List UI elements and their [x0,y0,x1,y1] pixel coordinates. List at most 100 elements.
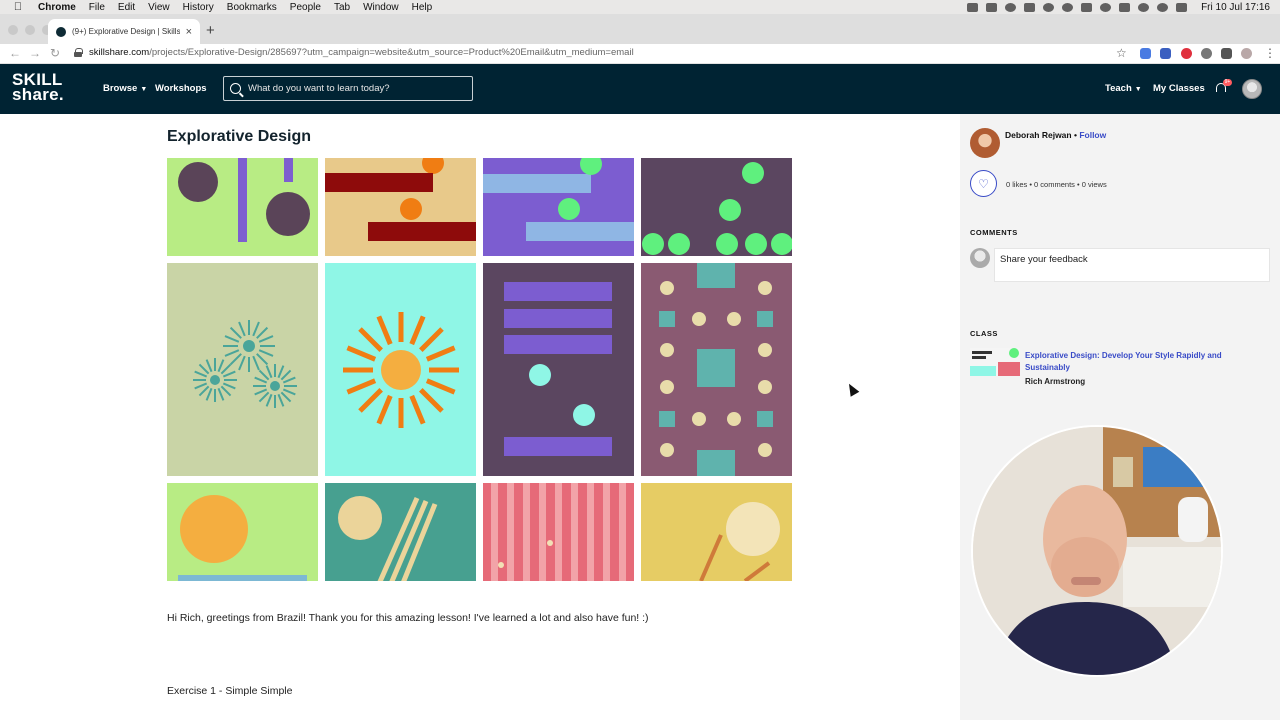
spotlight-icon[interactable] [1062,2,1074,12]
class-thumbnail[interactable] [970,348,1020,376]
reload-icon[interactable]: ↻ [50,46,60,60]
browser-tab-active[interactable]: (9+) Explorative Design | Skillshare × [48,19,200,44]
creative-cloud-icon[interactable] [1005,2,1017,12]
lock-icon[interactable] [74,48,83,57]
menu-view[interactable]: View [148,2,170,13]
forward-icon[interactable]: → [29,46,41,60]
comments-heading: COMMENTS [970,228,1018,237]
address-bar-row: ← → ↻ skillshare.com/projects/Explorativ… [0,44,1280,64]
artwork-tile-8[interactable] [641,263,792,476]
battery-icon[interactable] [1119,2,1131,12]
teach-label: Teach [1105,83,1132,94]
artwork-tile-10[interactable] [325,483,476,581]
project-main: Explorative Design Hi Rich, greetings fr… [0,114,960,720]
user-avatar[interactable] [1242,79,1262,99]
url-field[interactable]: skillshare.com/projects/Explorative-Desi… [89,47,634,58]
author-name[interactable]: Deborah Rejwan [1005,130,1072,140]
back-icon[interactable]: ← [9,46,21,60]
site-header: SKILL share. Browse ▼ Workshops What do y… [0,64,1280,114]
search-input[interactable]: What do you want to learn today? [223,76,473,101]
class-author[interactable]: Rich Armstrong [1025,377,1085,386]
artwork-tile-4[interactable] [641,158,792,256]
macos-menubar:  Chrome File Edit View History Bookmark… [0,0,1280,14]
comment-input[interactable]: Share your feedback [994,248,1270,282]
close-tab-icon[interactable]: × [186,26,192,38]
menu-file[interactable]: File [89,2,105,13]
browse-label: Browse [103,83,138,94]
volume-icon[interactable] [1176,2,1188,12]
follow-button[interactable]: Follow [1079,130,1106,140]
bookmark-star-icon[interactable]: ☆ [1116,46,1127,60]
logo-line-2: share. [12,85,64,104]
browse-menu[interactable]: Browse ▼ [103,83,147,94]
artwork-tile-5[interactable] [167,263,318,476]
close-window-icon[interactable] [8,25,18,35]
artwork-tile-3[interactable] [483,158,634,256]
tab-title: (9+) Explorative Design | Skillshare [72,27,180,36]
translate-extension-icon[interactable] [1140,48,1151,59]
heart-icon: ♡ [978,176,989,191]
chevron-down-icon: ▼ [140,86,148,93]
project-stats: 0 likes • 0 comments • 0 views [1006,180,1107,189]
profile-icon[interactable] [1241,48,1252,59]
new-tab-icon[interactable]: + [206,22,215,39]
minimize-window-icon[interactable] [25,25,35,35]
grid-icon[interactable] [1024,2,1036,12]
menubar-clock[interactable]: Fri 10 Jul 17:16 [1201,2,1270,13]
artwork-tile-2[interactable] [325,158,476,256]
user-icon[interactable] [1157,2,1169,12]
artwork-tile-12[interactable] [641,483,792,581]
chevron-down-icon: ▼ [1134,86,1142,93]
skillshare-logo[interactable]: SKILL share. [12,71,64,104]
menu-window[interactable]: Window [363,2,399,13]
project-description: Hi Rich, greetings from Brazil! Thank yo… [167,612,649,624]
artwork-tile-9[interactable] [167,483,318,581]
author-line: Deborah Rejwan • Follow [1005,130,1107,140]
chrome-menu-icon[interactable]: ⋮ [1264,46,1276,60]
skillshare-favicon-icon [56,26,66,37]
artwork-tile-1[interactable] [167,158,318,256]
extensions-puzzle-icon[interactable] [1221,48,1232,59]
wifi-icon[interactable] [1100,2,1112,12]
menu-people[interactable]: People [290,2,321,13]
my-classes-link[interactable]: My Classes [1153,83,1205,94]
tab-strip: (9+) Explorative Design | Skillshare × + [0,14,1280,44]
teach-menu[interactable]: Teach ▼ [1105,83,1142,94]
class-title-link[interactable]: Explorative Design: Develop Your Style R… [1025,350,1245,374]
artwork-tile-6[interactable] [325,263,476,476]
commenter-avatar [970,248,990,268]
notification-badge: 9+ [1223,79,1232,86]
screen-icon[interactable] [967,2,979,12]
dropbox-icon[interactable] [986,2,998,12]
search-placeholder: What do you want to learn today? [248,83,390,94]
menu-help[interactable]: Help [412,2,433,13]
workshops-link[interactable]: Workshops [155,83,207,94]
class-heading: CLASS [970,329,998,338]
window-controls [8,25,52,35]
vimeo-extension-icon[interactable] [1160,48,1171,59]
artwork-tile-11[interactable] [483,483,634,581]
extension-icon[interactable] [1201,48,1212,59]
record-icon[interactable] [1043,2,1055,12]
webcam-overlay [971,425,1223,677]
pinterest-extension-icon[interactable] [1181,48,1192,59]
menu-app-name[interactable]: Chrome [38,2,76,13]
search-icon [230,83,241,94]
url-host: skillshare.com [89,47,150,58]
like-button[interactable]: ♡ [970,170,997,197]
apple-icon[interactable]:  [12,1,24,13]
status-tray: Fri 10 Jul 17:16 [967,0,1270,14]
author-avatar[interactable] [970,128,1000,158]
exercise-heading: Exercise 1 - Simple Simple [167,685,293,697]
time-machine-icon[interactable] [1138,2,1150,12]
font-icon[interactable] [1081,2,1093,12]
menu-history[interactable]: History [183,2,214,13]
project-title: Explorative Design [167,128,312,145]
menu-edit[interactable]: Edit [118,2,135,13]
notifications-bell-icon[interactable]: 9+ [1215,79,1232,95]
menu-tab[interactable]: Tab [334,2,350,13]
menu-bookmarks[interactable]: Bookmarks [227,2,277,13]
comment-placeholder: Share your feedback [1000,254,1088,265]
artwork-tile-7[interactable] [483,263,634,476]
url-path: /projects/Explorative-Design/285697?utm_… [149,47,634,58]
